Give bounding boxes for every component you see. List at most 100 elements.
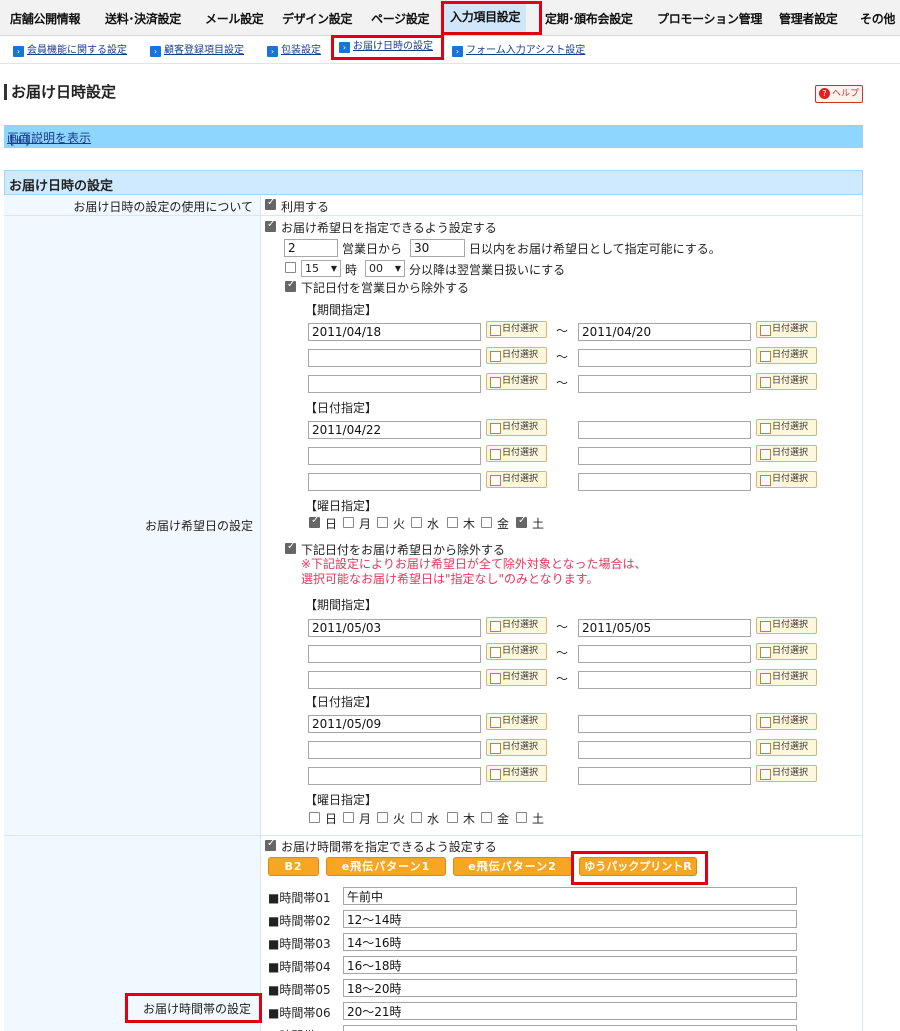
date-picker-button[interactable]: 日付選択 bbox=[486, 713, 547, 730]
date2-a-3[interactable] bbox=[308, 767, 481, 785]
date-picker-button[interactable]: 日付選択 bbox=[756, 713, 817, 730]
date2-b-3[interactable] bbox=[578, 767, 751, 785]
exclude-business-checkbox[interactable] bbox=[285, 279, 296, 292]
date-picker-button[interactable]: 日付選択 bbox=[486, 445, 547, 462]
date2-b-2[interactable] bbox=[578, 741, 751, 759]
set1-weekday-checkbox[interactable] bbox=[343, 517, 354, 528]
date-picker-button[interactable]: 日付選択 bbox=[486, 373, 547, 390]
nav-admin[interactable]: 管理者設定 bbox=[779, 10, 838, 27]
date-picker-button[interactable]: 日付選択 bbox=[756, 739, 817, 756]
time-slot-input[interactable] bbox=[343, 910, 797, 928]
cutoff-checkbox[interactable] bbox=[285, 262, 296, 273]
nav-shipping-payment[interactable]: 送料･決済設定 bbox=[105, 10, 181, 27]
time-slot-input[interactable] bbox=[343, 933, 797, 951]
period1-start-3[interactable] bbox=[308, 375, 481, 393]
date-picker-button[interactable]: 日付選択 bbox=[486, 617, 547, 634]
date-picker-button[interactable]: 日付選択 bbox=[756, 373, 817, 390]
use-checkbox[interactable] bbox=[265, 197, 276, 210]
set2-weekday-checkbox[interactable] bbox=[447, 812, 458, 823]
date-picker-button[interactable]: 日付選択 bbox=[486, 419, 547, 436]
from-days-input[interactable] bbox=[284, 239, 338, 257]
period2-end-3[interactable] bbox=[578, 671, 751, 689]
period2-end-1[interactable] bbox=[578, 619, 751, 637]
date-picker-button[interactable]: 日付選択 bbox=[756, 321, 817, 338]
date1-a-3[interactable] bbox=[308, 473, 481, 491]
date-picker-button[interactable]: 日付選択 bbox=[756, 765, 817, 782]
time-slot-input[interactable] bbox=[343, 979, 797, 997]
time-slot-input[interactable] bbox=[343, 956, 797, 974]
date-picker-button[interactable]: 日付選択 bbox=[756, 617, 817, 634]
period2-start-3[interactable] bbox=[308, 671, 481, 689]
subnav-member[interactable]: › 会員機能に関する設定 bbox=[13, 41, 127, 57]
date1-b-3[interactable] bbox=[578, 473, 751, 491]
pattern-ehiden1-button[interactable]: e飛伝パターン1 bbox=[326, 857, 446, 876]
period2-start-2[interactable] bbox=[308, 645, 481, 663]
description-toggle[interactable]: [+] 画面説明を表示 bbox=[7, 129, 91, 147]
hour-select[interactable]: 15 bbox=[301, 260, 341, 277]
nav-subscription[interactable]: 定期･頒布会設定 bbox=[545, 10, 633, 27]
minute-select[interactable]: 00 bbox=[365, 260, 405, 277]
date-picker-button[interactable]: 日付選択 bbox=[756, 347, 817, 364]
set2-weekday-checkbox[interactable] bbox=[516, 812, 527, 823]
date-picker-button[interactable]: 日付選択 bbox=[756, 419, 817, 436]
pattern-b2-button[interactable]: B2 bbox=[268, 857, 319, 876]
date1-b-1[interactable] bbox=[578, 421, 751, 439]
date1-b-2[interactable] bbox=[578, 447, 751, 465]
time-slot-input[interactable] bbox=[343, 1002, 797, 1020]
period2-start-1[interactable] bbox=[308, 619, 481, 637]
date1-a-2[interactable] bbox=[308, 447, 481, 465]
nav-other[interactable]: その他 bbox=[860, 10, 895, 27]
nav-page[interactable]: ページ設定 bbox=[371, 10, 430, 27]
set1-weekday-checkbox[interactable] bbox=[447, 517, 458, 528]
nav-mail[interactable]: メール設定 bbox=[205, 10, 264, 27]
set2-weekday-checkbox[interactable] bbox=[411, 812, 422, 823]
period1-end-2[interactable] bbox=[578, 349, 751, 367]
date2-a-1[interactable] bbox=[308, 715, 481, 733]
period1-end-1[interactable] bbox=[578, 323, 751, 341]
subnav-customer-fields[interactable]: › 顧客登録項目設定 bbox=[150, 41, 244, 57]
period1-start-1[interactable] bbox=[308, 323, 481, 341]
use-checkbox-label: 利用する bbox=[281, 200, 330, 214]
nav-promotion[interactable]: プロモーション管理 bbox=[657, 10, 762, 27]
subnav-wrapping[interactable]: › 包装設定 bbox=[267, 41, 321, 57]
date-picker-button[interactable]: 日付選択 bbox=[486, 669, 547, 686]
time-slot-input[interactable] bbox=[343, 1025, 797, 1031]
nav-store-info[interactable]: 店舗公開情報 bbox=[10, 10, 81, 27]
date-picker-button[interactable]: 日付選択 bbox=[486, 321, 547, 338]
section-header: お届け日時の設定 bbox=[4, 170, 863, 195]
date-picker-button[interactable]: 日付選択 bbox=[486, 765, 547, 782]
period1-start-2[interactable] bbox=[308, 349, 481, 367]
set1-weekday-checkbox[interactable] bbox=[377, 517, 388, 528]
set1-weekday-checkbox[interactable] bbox=[516, 515, 527, 528]
time-enable-checkbox[interactable] bbox=[265, 838, 276, 851]
set1-weekday-checkbox[interactable] bbox=[481, 517, 492, 528]
set2-weekday-checkbox[interactable] bbox=[309, 812, 320, 823]
set1-weekday-checkbox[interactable] bbox=[411, 517, 422, 528]
date-picker-button[interactable]: 日付選択 bbox=[486, 471, 547, 488]
date1-a-1[interactable] bbox=[308, 421, 481, 439]
help-button[interactable]: ? ヘルプ bbox=[815, 85, 863, 103]
date-picker-button[interactable]: 日付選択 bbox=[486, 643, 547, 660]
date2-a-2[interactable] bbox=[308, 741, 481, 759]
date2-b-1[interactable] bbox=[578, 715, 751, 733]
set2-weekday-checkbox[interactable] bbox=[377, 812, 388, 823]
exclude-delivery-checkbox[interactable] bbox=[285, 541, 296, 554]
date-picker-button[interactable]: 日付選択 bbox=[486, 347, 547, 364]
period2-end-2[interactable] bbox=[578, 645, 751, 663]
nav-design[interactable]: デザイン設定 bbox=[282, 10, 353, 27]
date-enable-checkbox[interactable] bbox=[265, 219, 276, 232]
period1-end-3[interactable] bbox=[578, 375, 751, 393]
date-picker-button[interactable]: 日付選択 bbox=[756, 669, 817, 686]
date-picker-button[interactable]: 日付選択 bbox=[756, 471, 817, 488]
date-picker-button[interactable]: 日付選択 bbox=[756, 643, 817, 660]
set2-weekday-checkbox[interactable] bbox=[481, 812, 492, 823]
time-slot-name: ■時間帯05 bbox=[268, 983, 331, 997]
pattern-ehiden2-button[interactable]: e飛伝パターン2 bbox=[453, 857, 572, 876]
subnav-form-assist[interactable]: › フォーム入力アシスト設定 bbox=[452, 41, 585, 57]
time-slot-input[interactable] bbox=[343, 887, 797, 905]
date-picker-button[interactable]: 日付選択 bbox=[756, 445, 817, 462]
set1-weekday-checkbox[interactable] bbox=[309, 515, 320, 528]
to-days-input[interactable] bbox=[410, 239, 465, 257]
date-picker-button[interactable]: 日付選択 bbox=[486, 739, 547, 756]
set2-weekday-checkbox[interactable] bbox=[343, 812, 354, 823]
